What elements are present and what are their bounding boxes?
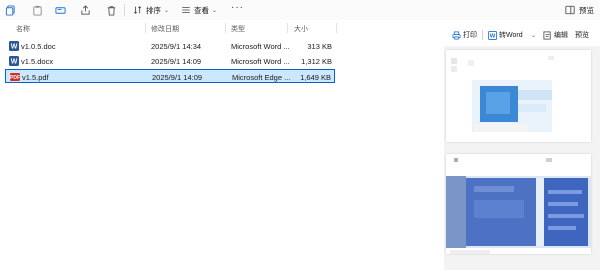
preview-pane-button[interactable]: 预览 xyxy=(565,3,594,17)
file-type: Microsoft Word ... xyxy=(231,57,290,66)
paste-icon[interactable] xyxy=(30,3,44,17)
file-size: 1,312 KB xyxy=(301,57,332,66)
column-header-type[interactable]: 类型 xyxy=(231,24,245,34)
svg-text:W: W xyxy=(11,59,18,66)
svg-text:W: W xyxy=(11,44,18,51)
preview-page-1 xyxy=(446,50,591,142)
column-divider[interactable] xyxy=(336,23,337,33)
more-dropdown-button[interactable]: ⌄ xyxy=(531,29,536,41)
file-row-selected[interactable]: PDF v1.5.pdf 2025/9/1 14:09 Microsoft Ed… xyxy=(5,69,335,83)
file-modified: 2025/9/1 14:09 xyxy=(151,57,202,66)
svg-text:W: W xyxy=(490,33,496,39)
preview-pane-label: 预览 xyxy=(579,5,594,15)
preview-button[interactable]: 预览 xyxy=(575,29,589,41)
preview-pane-icon xyxy=(565,5,575,15)
view-label: 查看 xyxy=(194,5,209,15)
svg-text:PDF: PDF xyxy=(10,75,20,81)
preview-label: 预览 xyxy=(575,32,589,39)
preview-page-2 xyxy=(446,154,591,254)
file-modified: 2025/9/1 14:34 xyxy=(151,42,202,51)
column-divider[interactable] xyxy=(287,23,288,33)
view-button[interactable]: 查看 ⌄ xyxy=(181,3,217,17)
preview-toolbar: 打印 W 转Word ⌄ 编辑 预览 xyxy=(444,28,600,42)
column-header-size[interactable]: 大小 xyxy=(294,24,308,34)
convert-to-word-button[interactable]: W 转Word xyxy=(488,29,523,41)
chevron-down-icon: ⌄ xyxy=(531,32,537,39)
word-icon: W xyxy=(9,56,19,66)
file-modified: 2025/9/1 14:09 xyxy=(152,73,203,82)
sort-icon xyxy=(133,6,142,14)
file-name: v1.5.docx xyxy=(21,57,54,66)
file-size: 1,649 KB xyxy=(300,73,331,82)
column-header-row: 名称 修改日期 类型 大小 xyxy=(0,20,430,36)
preview-scrollbar[interactable] xyxy=(594,46,598,270)
file-row[interactable]: W v1.5.docx 2025/9/1 14:09 Microsoft Wor… xyxy=(5,54,335,68)
copy-icon[interactable] xyxy=(3,3,17,17)
command-bar: 排序 ⌄ 查看 ⌄ ··· 预览 xyxy=(0,0,600,20)
file-row[interactable]: W v1.0.5.doc 2025/9/1 14:34 Microsoft Wo… xyxy=(5,39,335,53)
chevron-down-icon: ⌄ xyxy=(212,7,218,14)
column-header-name[interactable]: 名称 xyxy=(16,24,30,34)
preview-toolbar-divider xyxy=(482,30,483,40)
word-icon: W xyxy=(9,41,19,51)
edit-label: 编辑 xyxy=(554,32,568,39)
rename-icon[interactable] xyxy=(53,3,67,17)
chevron-down-icon: ⌄ xyxy=(164,7,170,14)
pdf-icon: PDF xyxy=(10,73,20,81)
view-icon xyxy=(182,7,190,13)
file-type: Microsoft Word ... xyxy=(231,42,290,51)
file-type: Microsoft Edge ... xyxy=(232,73,291,82)
share-icon[interactable] xyxy=(78,3,92,17)
sort-button[interactable]: 排序 ⌄ xyxy=(133,3,169,17)
file-name: v1.0.5.doc xyxy=(21,42,56,51)
column-divider[interactable] xyxy=(145,23,146,33)
file-name: v1.5.pdf xyxy=(22,73,49,82)
sort-label: 排序 xyxy=(146,5,161,15)
more-options-button[interactable]: ··· xyxy=(231,2,244,13)
convert-to-word-label: 转Word xyxy=(499,32,523,39)
print-button[interactable]: 打印 xyxy=(452,29,477,41)
file-size: 313 KB xyxy=(307,42,332,51)
edit-icon xyxy=(543,30,551,40)
document-preview[interactable] xyxy=(444,46,600,270)
edit-button[interactable]: 编辑 xyxy=(543,29,568,41)
word-convert-icon: W xyxy=(488,30,497,40)
column-header-modified[interactable]: 修改日期 xyxy=(151,24,179,34)
column-divider[interactable] xyxy=(225,23,226,33)
toolbar-divider xyxy=(124,4,125,16)
print-label: 打印 xyxy=(463,32,477,39)
delete-icon[interactable] xyxy=(104,3,118,17)
printer-icon xyxy=(452,30,461,40)
